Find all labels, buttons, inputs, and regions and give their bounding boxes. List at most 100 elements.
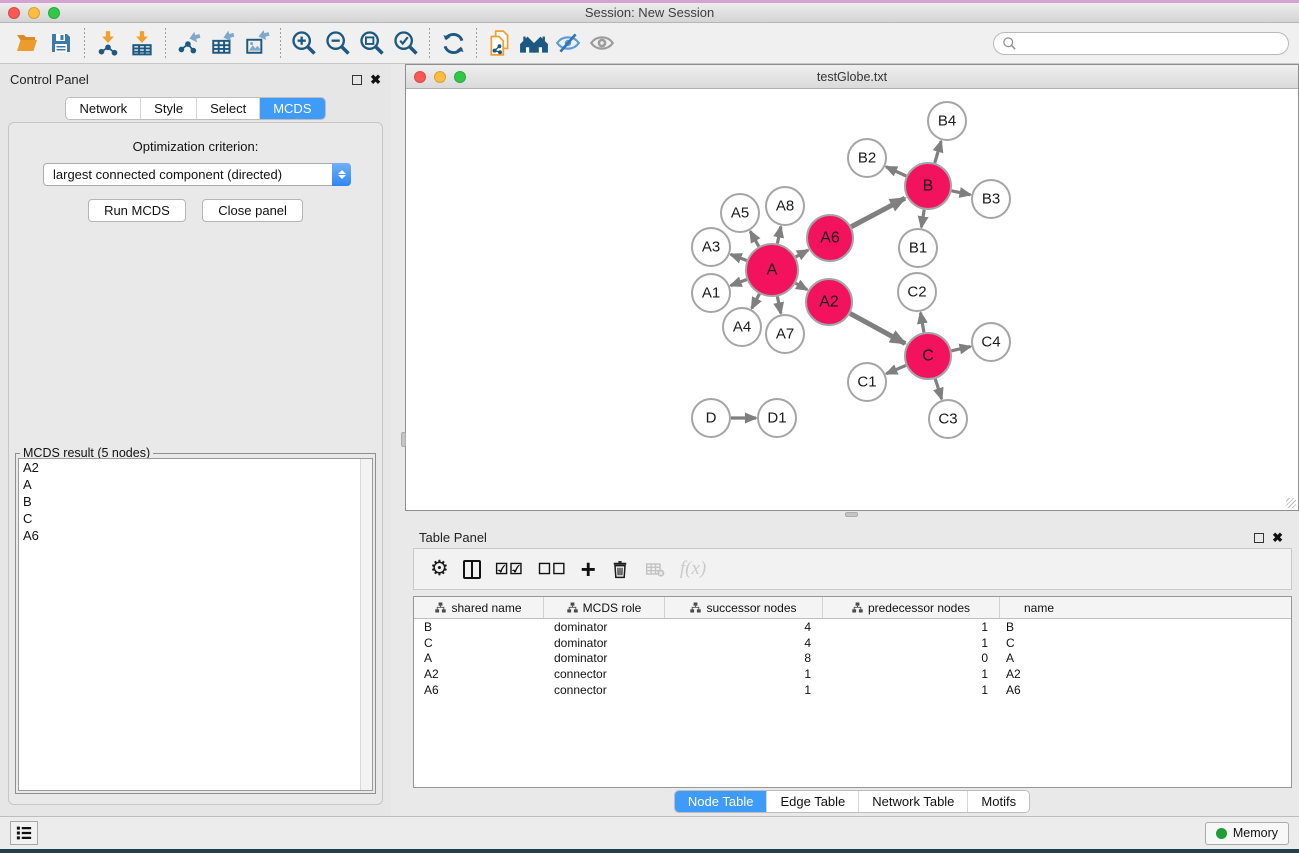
column-header-name[interactable]: name xyxy=(1000,597,1078,618)
refresh-icon[interactable] xyxy=(436,27,470,59)
graph-node-A[interactable]: A xyxy=(746,244,798,296)
edge-A-A7[interactable] xyxy=(777,296,780,313)
result-list-item[interactable]: A6 xyxy=(19,527,372,544)
edge-B-B1[interactable] xyxy=(921,210,924,228)
table-row[interactable]: Bdominator41B xyxy=(414,619,1291,635)
import-table-icon[interactable] xyxy=(125,27,159,59)
resize-grip-icon[interactable] xyxy=(1286,498,1296,508)
toggle-columns-icon[interactable] xyxy=(463,554,481,584)
close-panel-icon[interactable]: ✖ xyxy=(370,75,381,85)
deselect-all-icon[interactable]: ☐☐ xyxy=(538,554,567,584)
result-list-item[interactable]: A2 xyxy=(19,459,372,476)
graph-node-A3[interactable]: A3 xyxy=(692,228,730,266)
edge-A-A6[interactable] xyxy=(796,250,808,257)
tab-select[interactable]: Select xyxy=(197,98,260,119)
run-mcds-button[interactable]: Run MCDS xyxy=(88,199,186,222)
hide-eye-icon[interactable] xyxy=(551,27,585,59)
edge-B-B2[interactable] xyxy=(886,167,906,176)
edge-A6-B[interactable] xyxy=(851,198,905,227)
criterion-dropdown[interactable]: largest connected component (directed) xyxy=(43,163,351,186)
result-scrollbar[interactable] xyxy=(360,459,372,790)
zoom-in-icon[interactable] xyxy=(287,27,321,59)
table-row[interactable]: A6connector11A6 xyxy=(414,682,1291,698)
edge-C-C3[interactable] xyxy=(935,379,941,399)
graph-node-B3[interactable]: B3 xyxy=(972,180,1010,218)
graph-node-C[interactable]: C xyxy=(905,333,951,379)
select-all-icon[interactable]: ☑☑ xyxy=(495,554,524,584)
table-row[interactable]: A2connector11A2 xyxy=(414,666,1291,682)
duplicate-network-icon[interactable] xyxy=(483,27,517,59)
edge-C-C4[interactable] xyxy=(951,347,970,351)
tab-network[interactable]: Network xyxy=(66,98,141,119)
zoom-selected-icon[interactable] xyxy=(389,27,423,59)
edge-A2-C[interactable] xyxy=(850,313,905,343)
graph-node-D1[interactable]: D1 xyxy=(758,399,796,437)
graph-node-B2[interactable]: B2 xyxy=(848,139,886,177)
open-folder-icon[interactable] xyxy=(10,27,44,59)
search-input[interactable] xyxy=(1017,36,1280,50)
result-list-item[interactable]: B xyxy=(19,493,372,510)
export-image-icon[interactable] xyxy=(240,27,274,59)
save-icon[interactable] xyxy=(44,27,78,59)
horizontal-split-handle[interactable] xyxy=(845,512,858,517)
network-canvas[interactable]: A A1 A2 A3 A4 A5 A6 A7 A8 B B1 B2 B3 B4 C C1 C2 C3 C4 D D1 xyxy=(406,89,1298,510)
tab-node-table[interactable]: Node Table xyxy=(675,791,768,812)
table-row[interactable]: Cdominator41C xyxy=(414,635,1291,651)
graph-node-A5[interactable]: A5 xyxy=(721,194,759,232)
delete-column-icon[interactable] xyxy=(610,554,630,584)
edge-C-C1[interactable] xyxy=(886,365,906,373)
graph-node-C3[interactable]: C3 xyxy=(929,400,967,438)
column-header-MCDS-role[interactable]: MCDS role xyxy=(544,597,665,618)
memory-button[interactable]: Memory xyxy=(1205,822,1289,845)
show-eye-icon[interactable] xyxy=(585,27,619,59)
zoom-fit-icon[interactable] xyxy=(355,27,389,59)
result-list-item[interactable]: A xyxy=(19,476,372,493)
close-panel-button[interactable]: Close panel xyxy=(202,199,303,222)
edge-C-C2[interactable] xyxy=(921,313,924,333)
graph-node-A1[interactable]: A1 xyxy=(692,274,730,312)
edge-B-B3[interactable] xyxy=(952,191,971,195)
edge-A-A3[interactable] xyxy=(731,254,747,260)
search-field[interactable] xyxy=(993,32,1289,55)
edge-A-A4[interactable] xyxy=(752,294,760,309)
tab-edge-table[interactable]: Edge Table xyxy=(767,791,859,812)
column-header-predecessor-nodes[interactable]: predecessor nodes xyxy=(823,597,1000,618)
tab-style[interactable]: Style xyxy=(141,98,197,119)
vertical-split-handle[interactable] xyxy=(401,432,406,447)
float-table-panel-icon[interactable] xyxy=(1254,533,1264,543)
mcds-result-list[interactable]: A2ABCA6 xyxy=(18,458,373,791)
graph-node-C1[interactable]: C1 xyxy=(848,363,886,401)
tab-motifs[interactable]: Motifs xyxy=(968,791,1029,812)
result-list-item[interactable]: C xyxy=(19,510,372,527)
graph-node-A6[interactable]: A6 xyxy=(807,215,853,261)
graph-node-D[interactable]: D xyxy=(692,399,730,437)
graph-node-A4[interactable]: A4 xyxy=(723,308,761,346)
import-network-icon[interactable] xyxy=(91,27,125,59)
export-network-icon[interactable] xyxy=(172,27,206,59)
graph-node-C4[interactable]: C4 xyxy=(972,323,1010,361)
column-header-shared-name[interactable]: shared name xyxy=(414,597,544,618)
graph-node-A2[interactable]: A2 xyxy=(806,279,852,325)
graph-node-A8[interactable]: A8 xyxy=(766,187,804,225)
table-row[interactable]: Adominator80A xyxy=(414,650,1291,666)
edge-A-A2[interactable] xyxy=(796,283,808,290)
edge-A-A5[interactable] xyxy=(750,231,759,246)
tab-network-table[interactable]: Network Table xyxy=(859,791,968,812)
close-table-panel-icon[interactable]: ✖ xyxy=(1272,533,1283,543)
home-icon[interactable] xyxy=(517,27,551,59)
task-history-button[interactable] xyxy=(10,821,38,845)
graph-node-B1[interactable]: B1 xyxy=(899,229,937,267)
tab-mcds[interactable]: MCDS xyxy=(260,98,324,119)
network-window-titlebar[interactable]: testGlobe.txt xyxy=(406,65,1298,89)
graph-node-A7[interactable]: A7 xyxy=(766,315,804,353)
edge-A-A8[interactable] xyxy=(777,227,780,244)
graph-node-B[interactable]: B xyxy=(905,163,951,209)
graph-node-B4[interactable]: B4 xyxy=(928,102,966,140)
settings-gear-icon[interactable]: ⚙ xyxy=(430,554,449,584)
column-header-successor-nodes[interactable]: successor nodes xyxy=(665,597,823,618)
graph-node-C2[interactable]: C2 xyxy=(898,273,936,311)
zoom-out-icon[interactable] xyxy=(321,27,355,59)
add-column-icon[interactable]: + xyxy=(581,554,596,584)
edge-A-A1[interactable] xyxy=(731,280,747,286)
edge-B-B4[interactable] xyxy=(935,141,941,163)
